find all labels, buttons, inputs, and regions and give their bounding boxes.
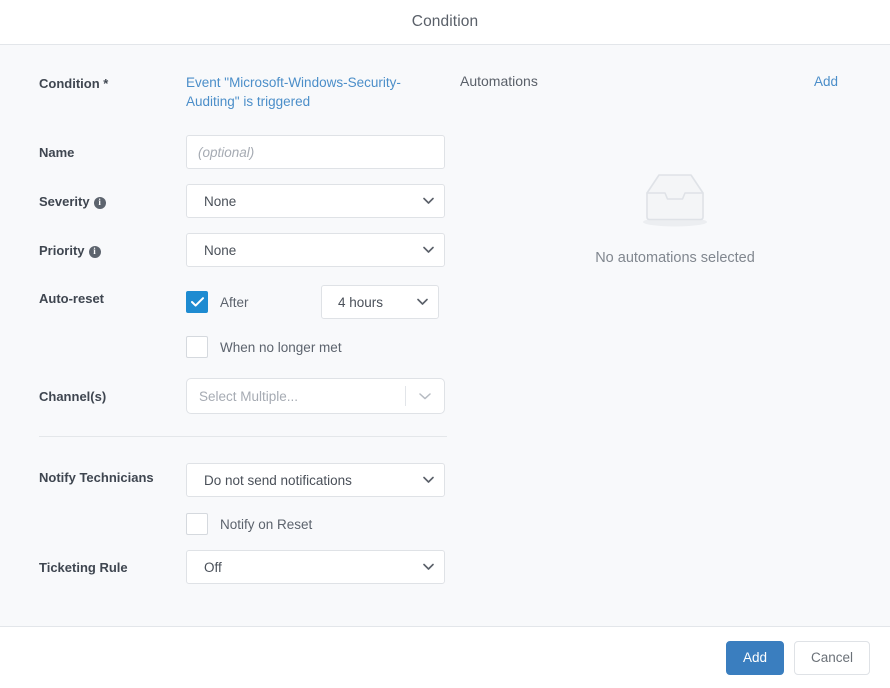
ticketing-rule-select-wrap: Off bbox=[186, 550, 445, 584]
form-row-channels: Channel(s) Select Multiple... bbox=[0, 378, 460, 414]
notify-technicians-select[interactable]: Do not send notifications bbox=[186, 463, 445, 497]
form-row-name: Name bbox=[0, 135, 460, 169]
ticketing-rule-label: Ticketing Rule bbox=[39, 550, 186, 576]
priority-label: Priority i bbox=[39, 233, 186, 259]
inbox-tray-icon bbox=[637, 167, 713, 234]
channels-field: Select Multiple... bbox=[186, 378, 460, 414]
priority-select[interactable]: None bbox=[186, 233, 445, 267]
form-row-notify-technicians: Notify Technicians Do not send notificat… bbox=[0, 463, 460, 535]
automations-empty-text: No automations selected bbox=[595, 250, 755, 266]
condition-dialog: Condition Condition * Event "Microsoft-W… bbox=[0, 0, 890, 688]
severity-info-icon[interactable]: i bbox=[94, 197, 106, 209]
channels-label: Channel(s) bbox=[39, 378, 186, 405]
condition-link[interactable]: Event "Microsoft-Windows-Security-Auditi… bbox=[186, 73, 421, 111]
condition-field: Event "Microsoft-Windows-Security-Auditi… bbox=[186, 73, 460, 111]
dialog-header: Condition bbox=[0, 0, 890, 45]
auto-reset-after-label: After bbox=[220, 295, 249, 310]
priority-select-wrap: None bbox=[186, 233, 445, 267]
auto-reset-field: After 4 hours bbox=[186, 285, 460, 358]
priority-info-icon[interactable]: i bbox=[89, 246, 101, 258]
notify-technicians-field: Do not send notifications Notify on Rese… bbox=[186, 463, 460, 535]
auto-reset-when-no-longer-met-checkbox[interactable] bbox=[186, 336, 208, 358]
name-label: Name bbox=[39, 135, 186, 161]
notify-on-reset-row: Notify on Reset bbox=[186, 513, 460, 535]
severity-select-wrap: None bbox=[186, 184, 445, 218]
add-automation-link[interactable]: Add bbox=[814, 74, 838, 89]
name-input[interactable] bbox=[186, 135, 445, 169]
priority-label-text: Priority bbox=[39, 243, 85, 258]
channels-multiselect[interactable]: Select Multiple... bbox=[186, 378, 445, 414]
automations-title: Automations bbox=[460, 73, 814, 89]
auto-reset-after-row: After bbox=[186, 291, 321, 313]
form-column: Condition * Event "Microsoft-Windows-Sec… bbox=[0, 45, 460, 626]
severity-label: Severity i bbox=[39, 184, 186, 210]
auto-reset-when-no-longer-met-label: When no longer met bbox=[220, 340, 342, 355]
severity-select[interactable]: None bbox=[186, 184, 445, 218]
page-title: Condition bbox=[412, 13, 478, 31]
form-row-severity: Severity i None bbox=[0, 184, 460, 218]
form-row-condition: Condition * Event "Microsoft-Windows-Sec… bbox=[0, 73, 460, 111]
channels-placeholder: Select Multiple... bbox=[187, 389, 405, 404]
name-field bbox=[186, 135, 460, 169]
severity-field: None bbox=[186, 184, 460, 218]
notify-on-reset-checkbox[interactable] bbox=[186, 513, 208, 535]
section-divider bbox=[39, 436, 447, 437]
ticketing-rule-field: Off bbox=[186, 550, 460, 584]
form-row-auto-reset: Auto-reset After 4 hours bbox=[0, 285, 460, 358]
automations-header: Automations Add bbox=[460, 73, 890, 89]
ticketing-rule-select[interactable]: Off bbox=[186, 550, 445, 584]
auto-reset-duration-wrap: 4 hours bbox=[321, 285, 439, 319]
chevron-down-icon[interactable] bbox=[406, 393, 444, 400]
form-row-ticketing-rule: Ticketing Rule Off bbox=[0, 550, 460, 584]
cancel-button[interactable]: Cancel bbox=[794, 641, 870, 675]
severity-label-text: Severity bbox=[39, 194, 90, 209]
condition-label: Condition * bbox=[39, 73, 186, 92]
notify-on-reset-label: Notify on Reset bbox=[220, 517, 312, 532]
auto-reset-when-row: When no longer met bbox=[186, 336, 460, 358]
add-button[interactable]: Add bbox=[726, 641, 784, 675]
notify-technicians-label: Notify Technicians bbox=[39, 463, 186, 486]
priority-field: None bbox=[186, 233, 460, 267]
auto-reset-after-checkbox[interactable] bbox=[186, 291, 208, 313]
dialog-body: Condition * Event "Microsoft-Windows-Sec… bbox=[0, 45, 890, 626]
notify-technicians-select-wrap: Do not send notifications bbox=[186, 463, 445, 497]
auto-reset-duration-select[interactable]: 4 hours bbox=[321, 285, 439, 319]
dialog-footer: Add Cancel bbox=[0, 626, 890, 688]
auto-reset-label: Auto-reset bbox=[39, 285, 186, 307]
automations-column: Automations Add No automations selected bbox=[460, 45, 890, 626]
automations-empty-state: No automations selected bbox=[460, 167, 890, 266]
form-row-priority: Priority i None bbox=[0, 233, 460, 267]
